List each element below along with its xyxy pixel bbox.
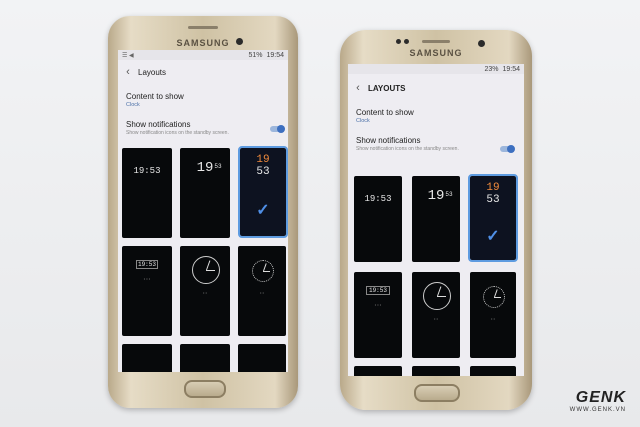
right-layout-thumb-1[interactable]: 19:53 [354, 176, 402, 262]
left-notif-toggle[interactable] [270, 125, 285, 133]
left-phone-speaker [188, 26, 218, 29]
left-status-bar: ☰ ◀ 51% 19:54 [118, 50, 288, 60]
left-content-to-show[interactable]: Content to show Clock [126, 92, 280, 108]
right-phone-sensor-1 [396, 39, 401, 44]
right-phone-sensor-2 [404, 39, 409, 44]
right-phone-screen: 23% 19:54 ‹ LAYOUTS Content to show Cloc… [348, 64, 524, 376]
right-phone-camera [478, 40, 485, 47]
left-home-button[interactable] [184, 380, 226, 398]
right-thumb1-time: 19:53 [364, 194, 392, 204]
left-status-notifs: ☰ ◀ [122, 52, 134, 59]
right-thumb3-hours: 19 [486, 182, 500, 194]
right-thumb5-dots: • • [434, 316, 438, 321]
left-layout-thumb-2[interactable]: 19 53 [180, 148, 230, 238]
left-status-time: 19:54 [266, 51, 284, 59]
left-phone: SAMSUNG ☰ ◀ 51% 19:54 ‹ Layouts Content … [108, 16, 298, 408]
analog-ring-clock-icon [483, 286, 505, 308]
left-page-title: Layouts [138, 67, 167, 77]
left-content-value: Clock [126, 102, 140, 108]
watermark-logo: GENK [575, 389, 626, 406]
watermark-url: WWW.GENK.VN [569, 407, 626, 413]
right-content-to-show[interactable]: Content to show Clock [356, 108, 516, 124]
left-layout-thumb-7[interactable] [122, 344, 172, 372]
right-layout-thumb-3-selected[interactable]: 19 53 ✓ [468, 174, 518, 262]
left-phone-camera [236, 38, 243, 45]
right-thumb6-dots: • • [491, 316, 495, 321]
right-layout-thumb-9[interactable] [470, 366, 516, 376]
right-status-bar: 23% 19:54 [348, 64, 524, 74]
left-layout-thumb-8[interactable] [180, 344, 230, 372]
back-arrow-icon[interactable]: ‹ [348, 82, 368, 94]
left-thumb1-time: 19:53 [133, 166, 161, 176]
left-thumb4-time: 19:53 [136, 260, 158, 269]
analog-ring-clock-icon [252, 260, 274, 282]
analog-clock-icon [192, 256, 220, 284]
right-layout-thumb-8[interactable] [412, 366, 460, 376]
right-notif-desc: Show notification icons on the standby s… [356, 146, 459, 152]
right-thumb4-dots: • • • [374, 302, 382, 307]
checkmark-icon: ✓ [486, 228, 500, 245]
right-thumb4-time: 19:53 [366, 286, 390, 295]
left-phone-brand: SAMSUNG [176, 38, 230, 48]
right-notif-label: Show notifications [356, 136, 421, 145]
left-phone-screen: ☰ ◀ 51% 19:54 ‹ Layouts Content to show … [118, 50, 288, 372]
right-home-button[interactable] [414, 384, 460, 402]
left-thumb4-dots: • • • [143, 276, 151, 281]
right-phone-speaker [422, 40, 450, 43]
left-layout-thumb-6[interactable]: • • [238, 246, 286, 336]
checkmark-icon: ✓ [256, 202, 270, 219]
left-thumb2-minutes: 53 [214, 163, 222, 170]
left-layout-thumb-1[interactable]: 19:53 [122, 148, 172, 238]
right-app-bar: ‹ LAYOUTS [348, 78, 524, 98]
left-status-battery: 51% [248, 51, 263, 59]
left-layout-thumb-3-selected[interactable]: 19 53 ✓ [238, 146, 288, 238]
back-arrow-icon[interactable]: ‹ [118, 66, 138, 78]
left-layout-thumb-9[interactable] [238, 344, 286, 372]
right-layout-thumb-4[interactable]: 19:53 • • • [354, 272, 402, 358]
right-layout-thumb-2[interactable]: 19 53 [412, 176, 460, 262]
left-content-label: Content to show [126, 92, 184, 101]
right-content-value: Clock [356, 118, 370, 124]
analog-clock-icon [423, 282, 451, 310]
right-notif-toggle[interactable] [500, 145, 515, 153]
right-page-title: LAYOUTS [368, 83, 406, 93]
right-show-notifications[interactable]: Show notifications Show notification ico… [356, 136, 484, 152]
right-layout-thumb-5[interactable]: • • [412, 272, 460, 358]
right-content-label: Content to show [356, 108, 414, 117]
right-phone-brand: SAMSUNG [409, 48, 463, 58]
left-thumb6-dots: • • [260, 290, 264, 295]
right-phone: SAMSUNG 23% 19:54 ‹ LAYOUTS Content to s… [340, 30, 532, 410]
left-thumb3-minutes: 53 [256, 166, 270, 178]
right-thumb3-minutes: 53 [486, 194, 500, 206]
left-app-bar: ‹ Layouts [118, 62, 288, 82]
right-thumb2-minutes: 53 [445, 191, 453, 198]
left-thumb5-dots: • • [203, 290, 207, 295]
left-layout-thumb-5[interactable]: • • [180, 246, 230, 336]
left-show-notifications[interactable]: Show notifications Show notification ico… [126, 120, 258, 136]
left-notif-desc: Show notification icons on the standby s… [126, 130, 229, 136]
right-status-time: 19:54 [502, 65, 520, 73]
right-layout-thumb-7[interactable] [354, 366, 402, 376]
watermark: GENK WWW.GENK.VN [570, 389, 626, 413]
left-thumb3-hours: 19 [256, 154, 270, 166]
right-layout-thumb-6[interactable]: • • [470, 272, 516, 358]
left-notif-label: Show notifications [126, 120, 191, 129]
photo-background: SAMSUNG ☰ ◀ 51% 19:54 ‹ Layouts Content … [0, 0, 640, 427]
left-layout-thumb-4[interactable]: 19:53 • • • [122, 246, 172, 336]
right-status-battery: 23% [484, 65, 499, 73]
